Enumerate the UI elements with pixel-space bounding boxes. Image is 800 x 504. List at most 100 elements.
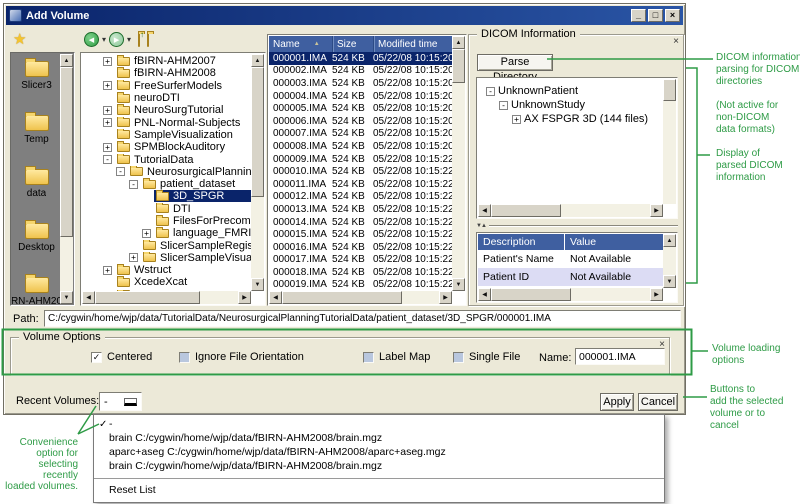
checkbox-icon[interactable] [363,352,374,363]
file-row[interactable]: 000014.IMA 524 KB 05/22/08 10:15:22 [269,216,452,229]
dicom-table-row[interactable]: Patient ID Not Available [478,268,663,286]
expander-icon[interactable]: + [512,115,521,124]
file-row[interactable]: 000013.IMA 524 KB 05/22/08 10:15:22 [269,203,452,216]
scrollbar-thumb[interactable] [452,49,465,83]
expander-icon[interactable]: + [142,229,151,238]
tree-item[interactable]: - patient_dataset [82,178,251,190]
tree-item[interactable]: - TutorialData [82,153,251,165]
menu-item[interactable]: aparc+aseg C:/cygwin/home/wjp/data/fBIRN… [94,445,664,459]
file-list-vertical-scrollbar[interactable]: ▲ ▼ [452,36,465,291]
tree-item[interactable]: fBIRN-AHM2008 [82,67,251,79]
favorite-folder-item[interactable]: Slicer3 [12,54,61,108]
scroll-up-icon[interactable]: ▲ [60,54,73,67]
dicom-tree-item[interactable]: - UnknownStudy [478,98,663,112]
file-row[interactable]: 000004.IMA 524 KB 05/22/08 10:15:20 [269,90,452,103]
scroll-right-icon[interactable]: ▶ [650,204,663,217]
file-row[interactable]: 000017.IMA 524 KB 05/22/08 10:15:22 [269,254,452,267]
dicom-table-vertical-scrollbar[interactable]: ▲ ▼ [663,234,676,288]
path-input[interactable] [44,310,681,327]
apply-button[interactable]: Apply [600,393,634,411]
minimize-icon[interactable]: _ [631,9,646,22]
scrollbar-thumb[interactable] [491,204,561,217]
volume-option-checkbox[interactable]: Single File [453,350,520,364]
column-header-name[interactable]: Name ▲ [269,36,333,52]
forward-icon[interactable]: ▶ [109,32,124,47]
scroll-right-icon[interactable]: ▶ [650,288,663,301]
checkbox-icon[interactable]: ✓ [91,352,102,363]
dicom-tree-vertical-scrollbar[interactable] [663,79,676,204]
file-row[interactable]: 000009.IMA 524 KB 05/22/08 10:15:22 [269,153,452,166]
volume-option-checkbox[interactable]: ✓ Centered [91,350,152,364]
tree-item[interactable]: - NeurosurgicalPlannin [82,166,251,178]
scrollbar-thumb[interactable] [282,291,402,304]
tree-horizontal-scrollbar[interactable]: ◀ ▶ [82,291,251,304]
file-row[interactable]: 000015.IMA 524 KB 05/22/08 10:15:22 [269,228,452,241]
scrollbar-thumb[interactable] [663,79,676,101]
dicom-splitter[interactable]: ▼▲ [476,222,678,230]
favorite-folder-item[interactable]: RN-AHM20 [12,270,61,304]
expander-icon[interactable]: - [116,167,125,176]
menu-item[interactable]: ✓ - [94,417,664,431]
tree-item[interactable]: + SlicerSampleVisualiz [82,252,251,264]
tree-item[interactable]: 3D_SPGR [82,190,251,202]
file-row[interactable]: 000012.IMA 524 KB 05/22/08 10:15:22 [269,191,452,204]
tree-vertical-scrollbar[interactable]: ▲ ▼ [251,54,264,291]
tree-item[interactable]: + Wstruct [82,264,251,276]
scroll-left-icon[interactable]: ◀ [478,288,491,301]
scroll-right-icon[interactable]: ▶ [439,291,452,304]
menu-item[interactable]: Reset List [94,481,664,498]
scrollbar-thumb[interactable] [491,288,571,301]
back-history-caret-icon[interactable]: ▾ [102,35,106,44]
tree-item[interactable]: XcedeXcat [82,276,251,288]
file-row[interactable]: 000011.IMA 524 KB 05/22/08 10:15:22 [269,178,452,191]
column-header-size[interactable]: Size [333,36,374,52]
expander-icon[interactable]: - [486,87,495,96]
column-header-description[interactable]: Description [478,234,565,250]
tree-item[interactable]: FilesForPrecomp [82,215,251,227]
file-row[interactable]: 000010.IMA 524 KB 05/22/08 10:15:22 [269,165,452,178]
tree-item[interactable]: + language_FMRI [82,227,251,239]
forward-history-caret-icon[interactable]: ▾ [127,35,131,44]
favorite-folder-item[interactable]: Desktop [12,216,61,270]
file-row[interactable]: 000019.IMA 524 KB 05/22/08 10:15:22 [269,279,452,291]
close-icon[interactable]: × [665,9,680,22]
volume-option-checkbox[interactable]: Ignore File Orientation [179,350,304,364]
scroll-right-icon[interactable]: ▶ [238,291,251,304]
cancel-button[interactable]: Cancel [638,393,678,411]
scroll-left-icon[interactable]: ◀ [478,204,491,217]
dicom-table-row[interactable]: Patient's Name Not Available [478,250,663,268]
favorite-folder-item[interactable]: Temp [12,108,61,162]
scroll-down-icon[interactable]: ▼ [663,275,676,288]
checkbox-icon[interactable] [179,352,190,363]
recent-volumes-dropdown[interactable]: - [99,392,142,411]
menu-item[interactable]: brain C:/cygwin/home/wjp/data/fBIRN-AHM2… [94,431,664,445]
splitter-grip-icon[interactable]: ▼▲ [476,223,486,229]
expander-icon[interactable]: - [103,155,112,164]
expander-icon[interactable]: + [103,106,112,115]
sidebar-scrollbar[interactable]: ▲ ▼ [60,54,73,304]
dicom-tree-horizontal-scrollbar[interactable]: ◀ ▶ [478,204,663,217]
file-row[interactable]: 000003.IMA 524 KB 05/22/08 10:15:20 [269,77,452,90]
column-header-value[interactable]: Value [565,236,663,248]
scrollbar-thumb[interactable] [60,67,73,237]
scroll-up-icon[interactable]: ▲ [251,54,264,67]
scroll-down-icon[interactable]: ▼ [452,278,465,291]
scroll-up-icon[interactable]: ▲ [452,36,465,49]
file-row[interactable]: 000006.IMA 524 KB 05/22/08 10:15:20 [269,115,452,128]
file-row[interactable]: 000001.IMA 524 KB 05/22/08 10:15:20 [269,52,452,65]
tree-item[interactable]: SlicerSampleRegistr [82,239,251,251]
scrollbar-thumb[interactable] [95,291,200,304]
back-icon[interactable]: ◀ [84,32,99,47]
dicom-table-horizontal-scrollbar[interactable]: ◀ ▶ [478,288,663,301]
scroll-down-icon[interactable]: ▼ [251,278,264,291]
column-header-modified[interactable]: Modified time [374,36,452,52]
file-row[interactable]: 000002.IMA 524 KB 05/22/08 10:15:20 [269,65,452,78]
file-row[interactable]: 000016.IMA 524 KB 05/22/08 10:15:22 [269,241,452,254]
tree-item[interactable]: DTI [82,203,251,215]
maximize-icon[interactable]: □ [648,9,663,22]
checkbox-icon[interactable] [453,352,464,363]
favorite-folder-item[interactable]: data [12,162,61,216]
expander-icon[interactable]: + [103,266,112,275]
tree-item[interactable]: + SPMBlockAuditory [82,141,251,153]
menu-item[interactable]: brain C:/cygwin/home/wjp/data/fBIRN-AHM2… [94,459,664,473]
